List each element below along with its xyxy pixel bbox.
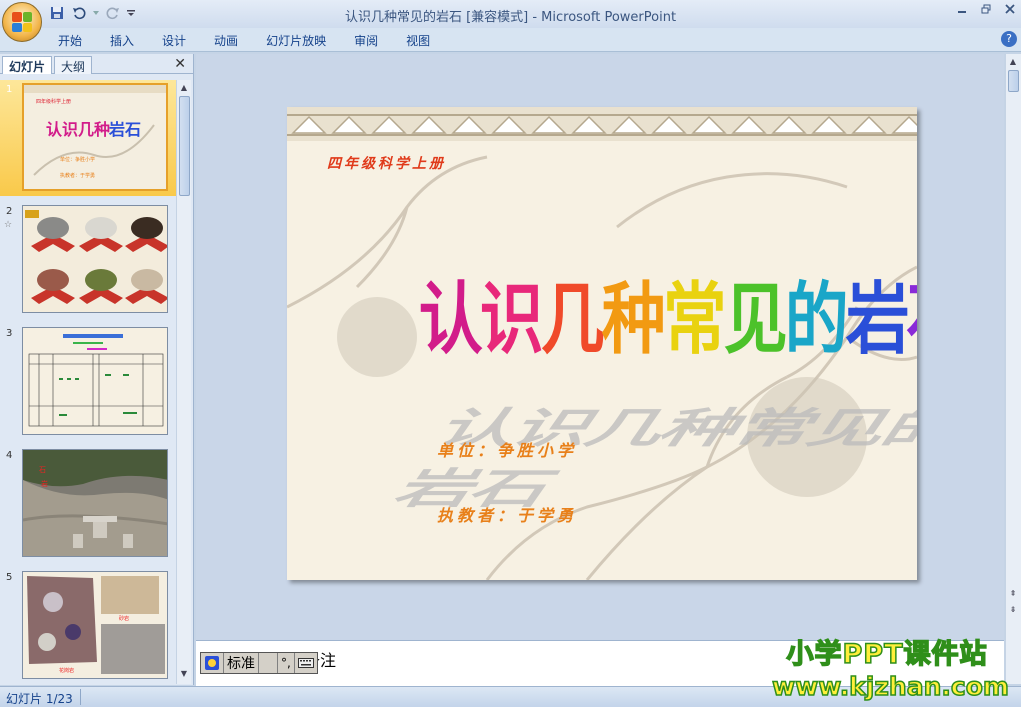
svg-text:认识几种: 认识几种 [46,120,110,139]
ribbon-tabs: 开始 插入 设计 动画 幻灯片放映 审阅 视图 ? [0,28,1021,52]
thumbnail-number: 4 [6,450,13,461]
slide-border-pattern [287,107,917,141]
scroll-up-icon[interactable]: ▲ [178,82,190,94]
ime-mode[interactable]: 标准 [224,653,259,673]
thumbnail-number: 3 [6,328,13,339]
tab-slides[interactable]: 幻灯片 [2,56,53,74]
restore-icon[interactable] [981,4,991,17]
svg-text:单位：争胜小学: 单位：争胜小学 [60,156,95,163]
tab-outline[interactable]: 大纲 [54,56,93,74]
title-char: 种 [601,275,666,365]
slides-pane: 幻灯片 大纲 ✕ 1 四年级科学上册 认识几种 岩石 单位：争胜小学 执教者：于… [0,54,194,685]
ime-logo-icon[interactable] [201,653,224,673]
close-pane-icon[interactable]: ✕ [174,56,186,72]
editor-scrollbar[interactable]: ▲ ⇞ ⇟ [1005,54,1021,684]
svg-text:砂岩: 砂岩 [119,615,129,622]
title-char: 石 [907,257,917,369]
pane-tabs: 幻灯片 大纲 ✕ [0,54,194,74]
title-bar: 认识几种常见的岩石 [兼容模式] - Microsoft PowerPoint [0,0,1021,28]
soft-keyboard-icon[interactable] [295,653,317,673]
punctuation-icon[interactable]: °, [278,653,295,673]
title-char: 岩 [845,275,910,365]
svg-text:四年级科学上册: 四年级科学上册 [36,98,71,105]
tab-review[interactable]: 审阅 [354,32,392,49]
thumbnail-list: 1 四年级科学上册 认识几种 岩石 单位：争胜小学 执教者：于学勇 2 ☆ 3 … [0,80,176,680]
help-icon[interactable]: ? [1001,31,1017,47]
animation-icon: ☆ [4,220,13,230]
slide-subtitle[interactable]: 四年级科学上册 [327,153,446,173]
thumbnail-slide-1[interactable]: 1 四年级科学上册 认识几种 岩石 单位：争胜小学 执教者：于学勇 [0,80,176,196]
window-controls [957,4,1015,17]
svg-text:执教者：于学勇: 执教者：于学勇 [60,172,95,179]
title-char: 几 [540,275,605,365]
thumbnail-slide-3[interactable]: 3 [0,324,176,440]
title-char: 识 [479,275,544,365]
tab-design[interactable]: 设计 [162,32,200,49]
minimize-icon[interactable] [957,4,967,17]
title-char: 见 [723,275,788,365]
scroll-up-icon[interactable]: ▲ [1007,56,1019,68]
slide-title[interactable]: 认识几种常见的岩石 [419,257,917,369]
svg-text:岩: 岩 [41,479,48,488]
svg-text:岩石: 岩石 [108,120,141,139]
thumbnail-number: 5 [6,572,13,583]
thumbnail-scrollbar[interactable]: ▲ ▼ [176,80,191,684]
scroll-thumb[interactable] [1008,70,1019,92]
tab-insert[interactable]: 插入 [110,32,148,49]
thumbnail-slide-5[interactable]: 5 砂岩 花岗岩 [0,568,176,680]
watermark-title: 小学PPT课件站 [786,638,988,671]
half-width-icon[interactable] [259,653,278,673]
tab-home[interactable]: 开始 [58,32,96,49]
thumbnail-number: 2 [6,206,13,217]
thumbnail-image: 石 岩 [22,449,168,557]
office-logo-icon [12,12,32,32]
tab-slideshow[interactable]: 幻灯片放映 [266,32,340,49]
slide-unit[interactable]: 单位：争胜小学 [437,437,577,461]
thumbnail-image: 砂岩 花岗岩 [22,571,168,679]
title-char: 常 [662,275,727,365]
tab-animations[interactable]: 动画 [214,32,252,49]
slide-editor: 四年级科学上册 认识几种常见的岩石 认识几种常见的岩石 单位：争胜小学 执教者：… [196,54,1004,640]
next-slide-icon[interactable]: ⇟ [1007,604,1019,616]
ime-toolbar: 标准 °, [200,652,318,674]
thumbnail-image [22,205,168,313]
slide-indicator: 幻灯片 1/23 [6,692,73,706]
title-char: 的 [784,275,849,365]
scroll-down-icon[interactable]: ▼ [178,668,190,680]
svg-text:花岗岩: 花岗岩 [59,667,74,674]
site-watermark: 小学PPT课件站 www.kjzhan.com [771,638,1009,704]
thumbnail-image: 四年级科学上册 认识几种 岩石 单位：争胜小学 执教者：于学勇 [22,83,168,191]
tab-view[interactable]: 视图 [406,32,444,49]
previous-slide-icon[interactable]: ⇞ [1007,588,1019,600]
watermark-url: www.kjzhan.com [771,671,1009,702]
status-divider [80,689,81,705]
thumbnail-slide-4[interactable]: 4 石 岩 [0,446,176,562]
slide-teacher[interactable]: 执教者：于学勇 [437,502,577,526]
close-icon[interactable] [1005,4,1015,17]
thumbnail-slide-2[interactable]: 2 ☆ [0,202,176,318]
svg-text:石: 石 [39,466,46,474]
title-char: 认 [418,275,483,365]
office-button[interactable] [2,2,42,42]
scroll-thumb[interactable] [179,96,190,196]
window-title: 认识几种常见的岩石 [兼容模式] - Microsoft PowerPoint [344,10,677,25]
thumbnail-number: 1 [6,84,13,95]
thumbnail-image [22,327,168,435]
slide-canvas[interactable]: 四年级科学上册 认识几种常见的岩石 认识几种常见的岩石 单位：争胜小学 执教者：… [287,107,917,580]
